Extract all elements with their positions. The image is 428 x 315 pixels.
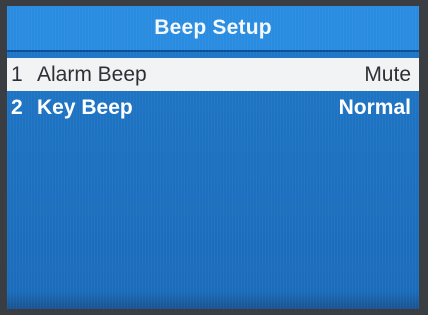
screen-title: Beep Setup [154, 16, 272, 39]
menu-item-number: 1 [11, 62, 23, 86]
beep-setup-menu: 1 Alarm Beep Mute 2 Key Beep Normal [7, 58, 419, 124]
menu-item-label: Alarm Beep [37, 62, 147, 86]
menu-item-key-beep[interactable]: 2 Key Beep Normal [7, 91, 419, 124]
menu-item-value: Mute [364, 62, 411, 86]
screen-glare [7, 291, 419, 309]
title-bar: Beep Setup [7, 6, 419, 52]
menu-item-alarm-beep[interactable]: 1 Alarm Beep Mute [7, 58, 419, 91]
menu-item-number: 2 [11, 95, 23, 119]
menu-item-value: Normal [338, 95, 411, 119]
menu-item-label: Key Beep [37, 95, 133, 119]
lcd-screen: Beep Setup 1 Alarm Beep Mute 2 Key Beep … [7, 6, 419, 309]
